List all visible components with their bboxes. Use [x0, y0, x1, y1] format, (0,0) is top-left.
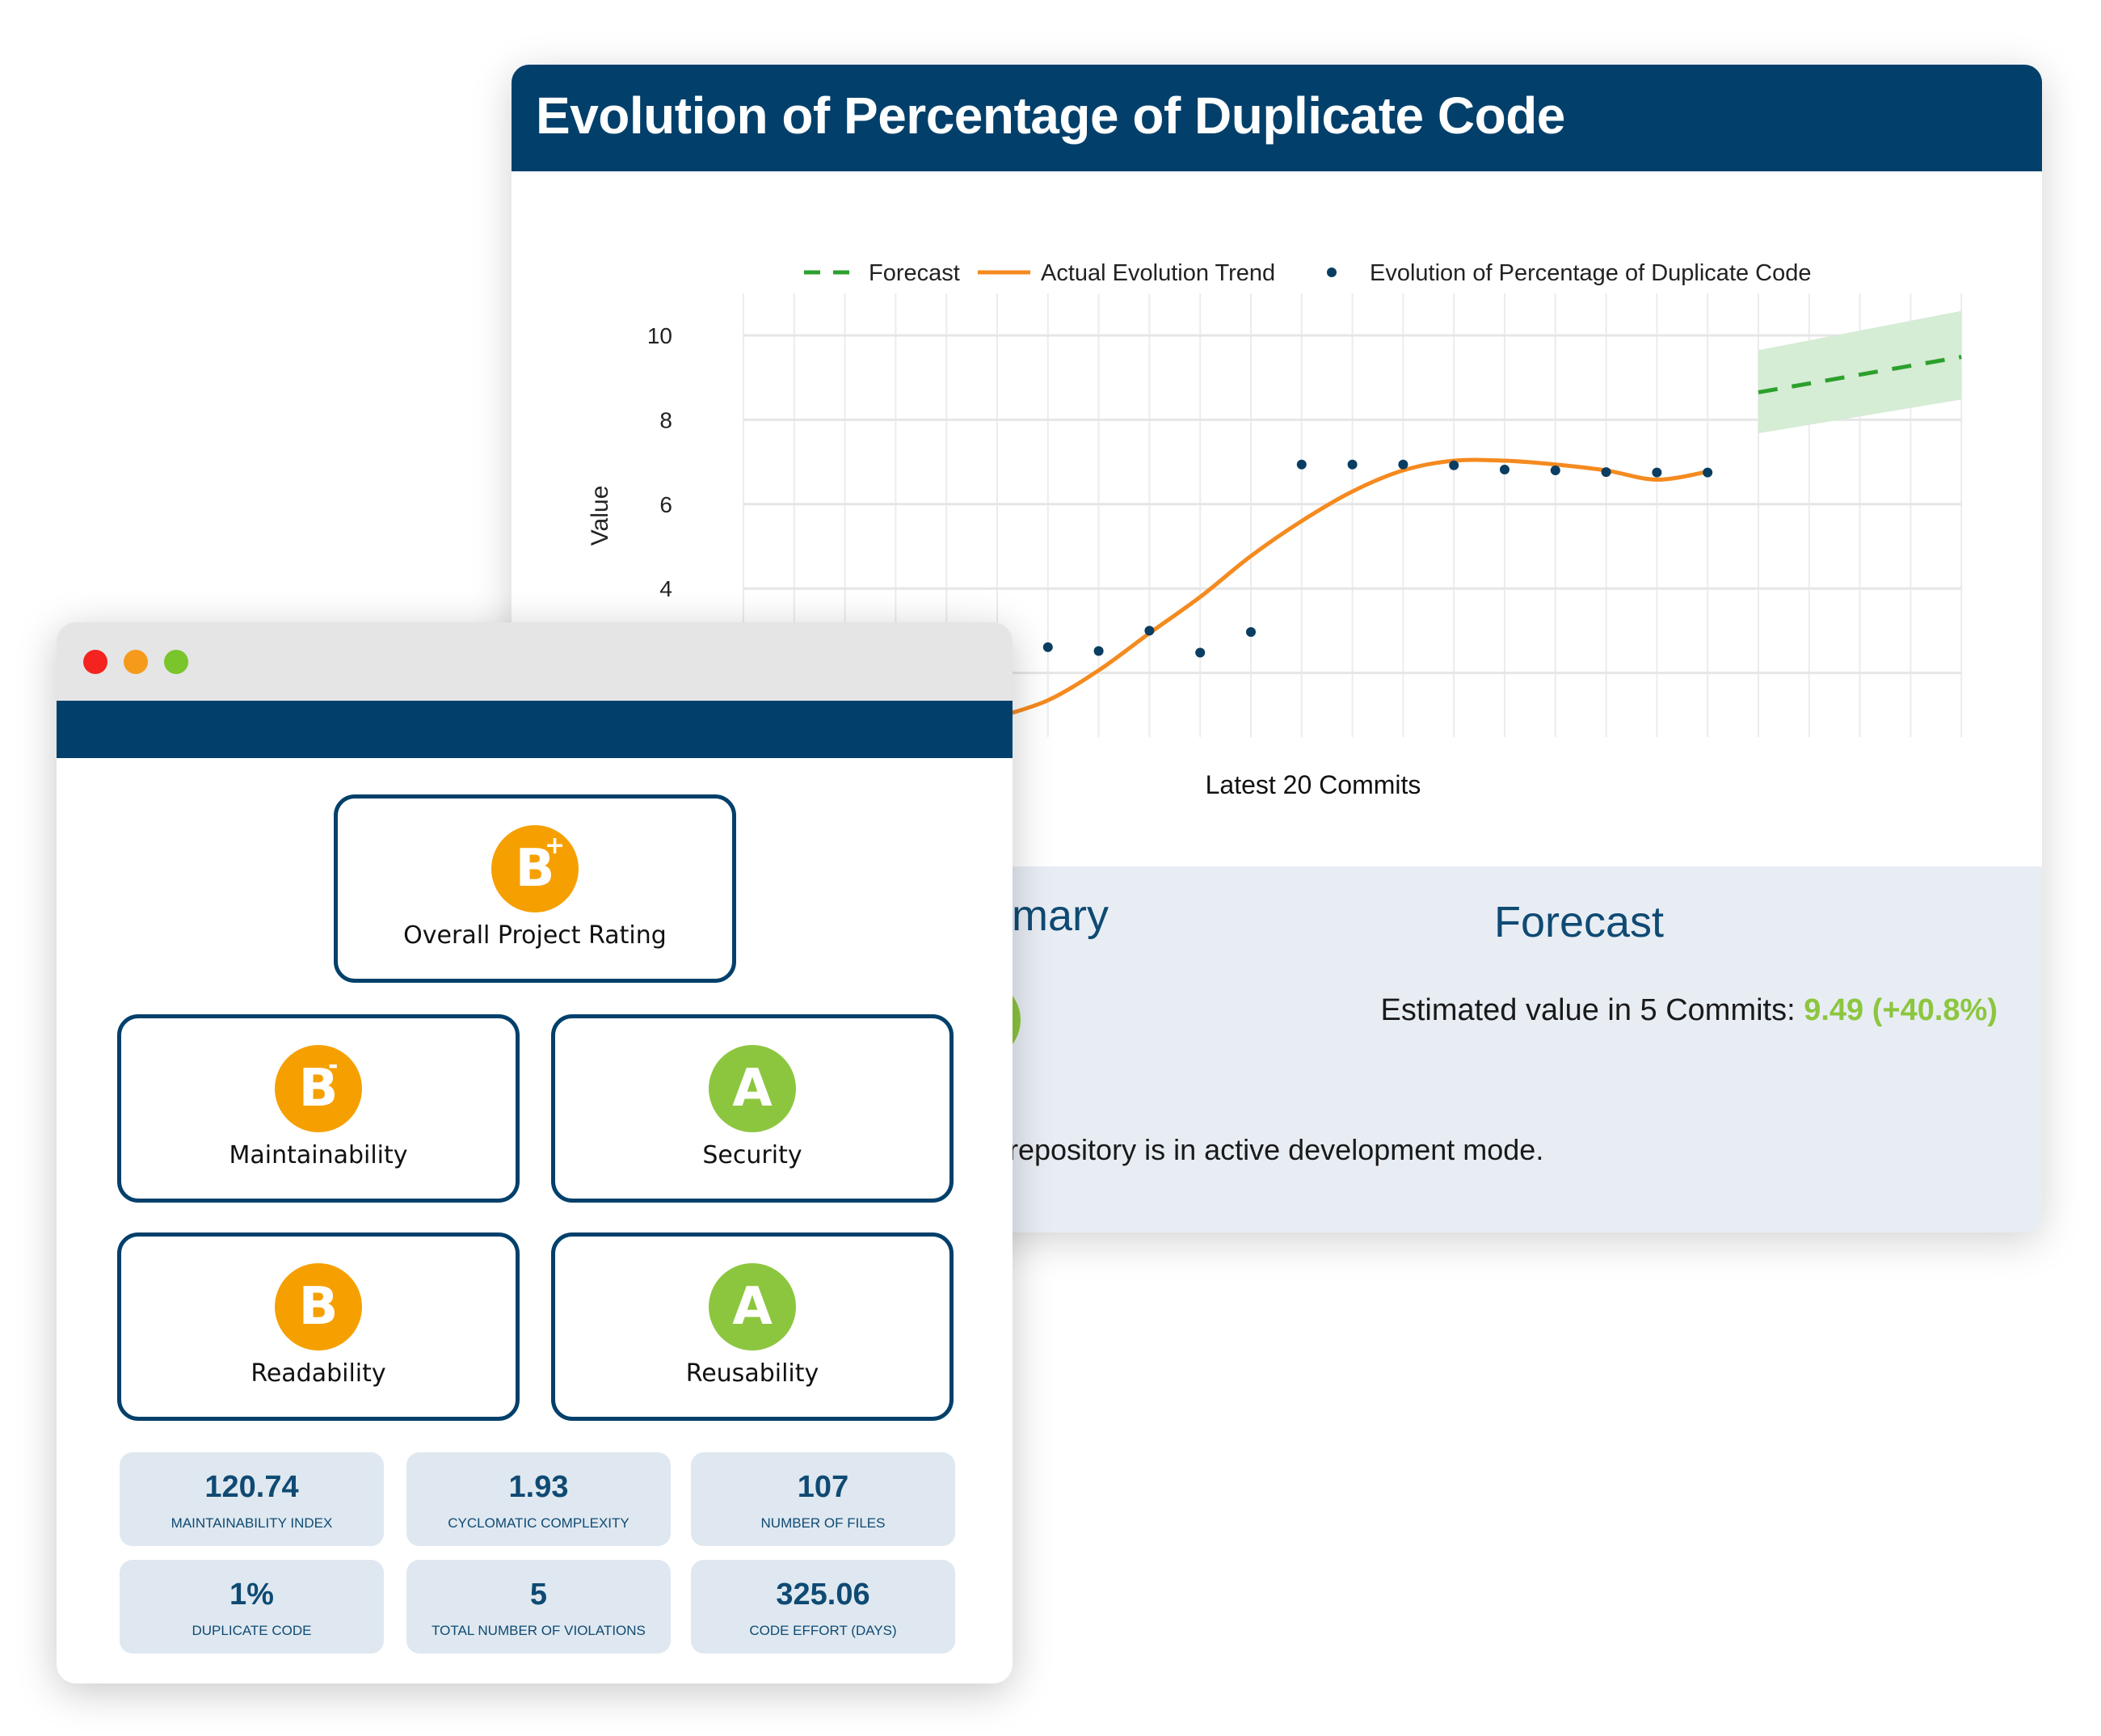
data-point	[1296, 459, 1307, 470]
data-point	[1347, 459, 1358, 470]
development-mode-text: repository is in active development mode…	[1008, 1133, 1544, 1166]
metric-value: 5	[529, 1578, 548, 1612]
grade-letter: A	[732, 1277, 773, 1337]
grade-letter: B	[298, 1277, 339, 1337]
data-point	[1449, 460, 1459, 470]
grade-badge: A	[709, 1045, 796, 1132]
maximize-window-button[interactable]	[164, 650, 188, 674]
metric-value: 1%	[229, 1578, 274, 1612]
grade-modifier: -	[328, 1051, 339, 1080]
window-navbar	[57, 701, 1013, 758]
window-titlebar	[57, 622, 1013, 701]
grade-badge: B-	[275, 1045, 362, 1132]
data-point	[1195, 647, 1206, 658]
metric-label: CODE EFFORT (DAYS)	[749, 1623, 897, 1638]
grade-letter: A	[732, 1059, 773, 1119]
metric-tile: 5 TOTAL NUMBER OF VIOLATIONS	[406, 1560, 671, 1654]
rating-label: Security	[702, 1141, 802, 1169]
close-window-button[interactable]	[83, 650, 107, 674]
legend-label: Evolution of Percentage of Duplicate Cod…	[1370, 260, 1812, 286]
data-point	[1042, 642, 1053, 652]
metric-tile: 1% DUPLICATE CODE	[120, 1560, 384, 1654]
metric-tile: 107 NUMBER OF FILES	[691, 1452, 955, 1546]
rating-label: Overall Project Rating	[403, 921, 667, 950]
x-axis-label: Latest 20 Commits	[1206, 770, 1421, 799]
legend-points-swatch	[1327, 268, 1337, 277]
data-point	[1652, 467, 1662, 478]
y-axis-label: Value	[587, 486, 613, 546]
grade-modifier: +	[545, 832, 566, 860]
data-point	[1703, 467, 1713, 478]
y-tick-label: 6	[659, 492, 672, 517]
metric-tile: 120.74 MAINTAINABILITY INDEX	[120, 1452, 384, 1546]
data-point	[1601, 467, 1611, 478]
grade-badge: B	[275, 1263, 362, 1350]
grade-badge: A	[709, 1263, 796, 1350]
grade-badge: B +	[491, 825, 579, 912]
y-tick-label: 8	[659, 407, 672, 432]
data-point	[1500, 464, 1509, 474]
metric-tile: 1.93 CYCLOMATIC COMPLEXITY	[406, 1452, 671, 1546]
metric-value: 107	[797, 1470, 849, 1504]
metric-value: 120.74	[204, 1470, 299, 1504]
metric-value: 325.06	[776, 1578, 870, 1612]
data-point	[1398, 459, 1408, 470]
data-point	[1144, 626, 1155, 636]
estimate-value: 9.49 (+40.8%)	[1804, 993, 1998, 1027]
rating-card-readability[interactable]: B Readability	[117, 1232, 520, 1421]
forecast-heading: Forecast	[1493, 898, 1665, 946]
data-point	[1550, 466, 1560, 476]
forecast-estimate: Estimated value in 5 Commits: 9.49 (+40.…	[1380, 993, 1998, 1028]
legend-label: Forecast	[869, 260, 960, 286]
metric-label: CYCLOMATIC COMPLEXITY	[448, 1515, 629, 1531]
y-tick-label: 4	[659, 576, 672, 601]
rating-card-reusability[interactable]: A Reusability	[551, 1232, 954, 1421]
estimate-label: Estimated value in 5 Commits:	[1380, 993, 1796, 1027]
metric-label: NUMBER OF FILES	[760, 1515, 886, 1531]
rating-card-maintainability[interactable]: B - Maintainability	[117, 1014, 520, 1203]
metric-value: 1.93	[508, 1470, 569, 1504]
rating-label: Readability	[251, 1359, 386, 1388]
data-point	[1093, 646, 1104, 656]
metric-label: TOTAL NUMBER OF VIOLATIONS	[432, 1623, 646, 1638]
metric-label: MAINTAINABILITY INDEX	[171, 1515, 333, 1531]
legend-label: Actual Evolution Trend	[1041, 260, 1275, 286]
metric-tile: 325.06 CODE EFFORT (DAYS)	[691, 1560, 955, 1654]
dashboard-window: B + Overall Project Rating B - Maintainabilit…	[57, 622, 1013, 1683]
metric-label: DUPLICATE CODE	[192, 1623, 312, 1638]
data-point	[1246, 626, 1256, 637]
rating-label: Maintainability	[229, 1141, 408, 1169]
rating-label: Reusability	[685, 1359, 819, 1388]
rating-card-security[interactable]: A Security	[551, 1014, 954, 1203]
y-tick-label: 10	[647, 323, 672, 348]
minimize-window-button[interactable]	[124, 650, 148, 674]
overall-rating-card[interactable]: B + Overall Project Rating	[334, 794, 736, 983]
